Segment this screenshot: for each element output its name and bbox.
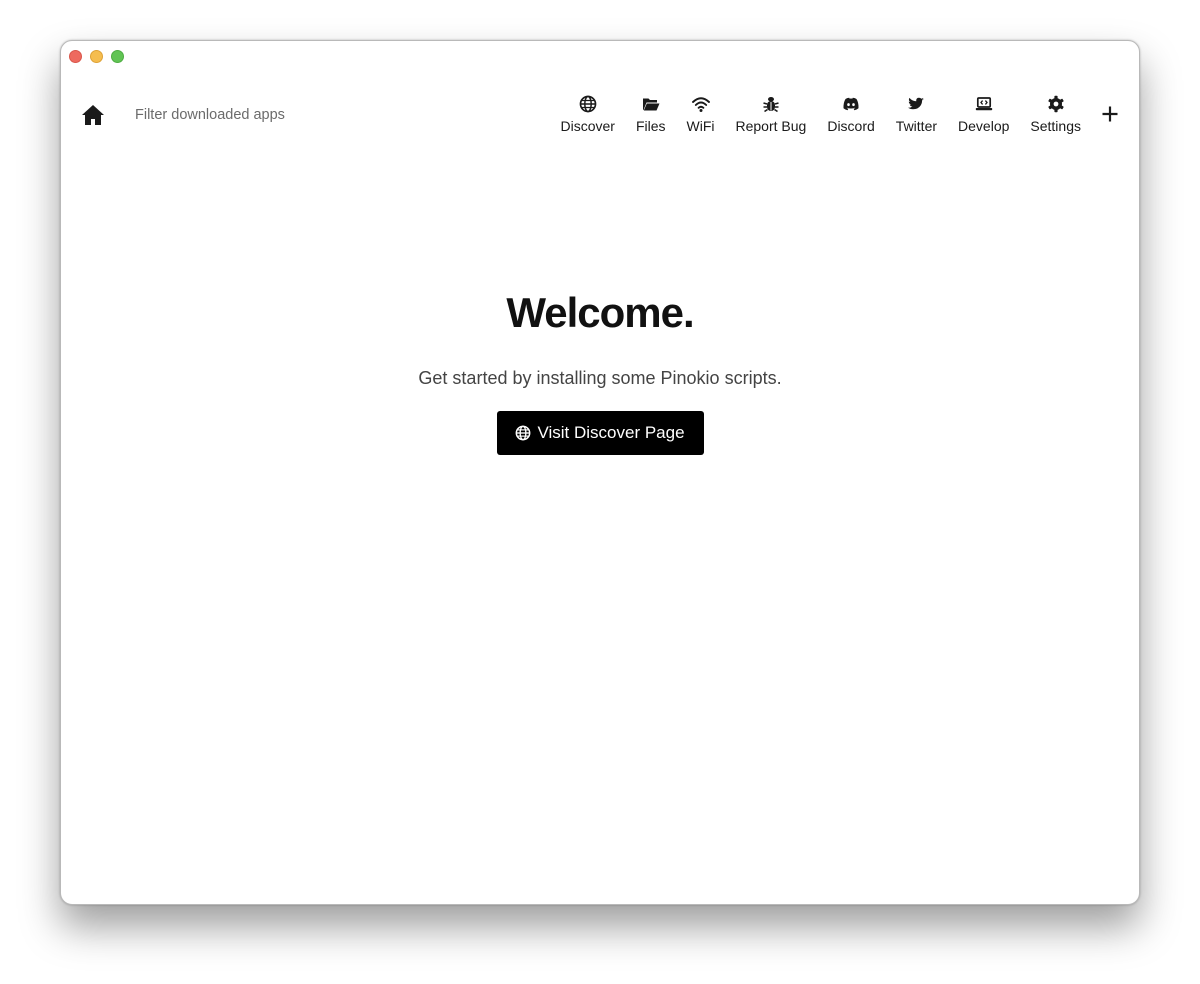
nav-wifi[interactable]: WiFi [687,95,715,134]
wifi-icon [691,97,710,112]
window-controls [69,50,124,63]
nav-develop[interactable]: Develop [958,95,1009,134]
nav-label: Twitter [895,118,938,134]
nav-label: Files [635,118,666,134]
welcome-subtitle: Get started by installing some Pinokio s… [418,368,782,388]
globe-icon [516,425,531,441]
welcome-title: Welcome. [506,289,694,336]
nav-twitter[interactable]: Twitter [896,95,937,134]
close-window-button[interactable] [69,50,82,63]
twitter-icon [908,97,925,110]
add-button[interactable] [1101,105,1119,123]
discord-icon [843,97,859,111]
nav-label: WiFi [686,118,715,134]
top-nav: Discover Files WiFi Report Bug Discord T… [560,95,1081,134]
home-icon [82,105,104,125]
filter-apps-input[interactable] [135,104,365,126]
minimize-window-button[interactable] [90,50,103,63]
nav-label: Develop [958,118,1010,134]
folder-open-icon [642,98,660,111]
nav-label: Discover [560,118,615,134]
visit-discover-button[interactable]: Visit Discover Page [496,411,704,455]
nav-files[interactable]: Files [636,95,666,134]
welcome-section: Welcome. Get started by installing some … [61,289,1139,455]
nav-label: Settings [1030,118,1081,134]
nav-settings[interactable]: Settings [1030,95,1081,134]
nav-label: Discord [827,118,875,134]
globe-icon [579,95,597,113]
nav-discover[interactable]: Discover [560,95,615,134]
nav-label: Report Bug [735,118,807,134]
nav-report-bug[interactable]: Report Bug [735,95,807,134]
gear-icon [1048,95,1064,113]
laptop-code-icon [975,97,992,111]
home-button[interactable] [81,104,105,126]
visit-discover-label: Visit Discover Page [537,423,685,442]
app-window: Discover Files WiFi [60,40,1140,905]
bug-icon [763,97,779,113]
plus-icon [1102,106,1118,122]
maximize-window-button[interactable] [111,50,124,63]
nav-discord[interactable]: Discord [827,95,875,134]
